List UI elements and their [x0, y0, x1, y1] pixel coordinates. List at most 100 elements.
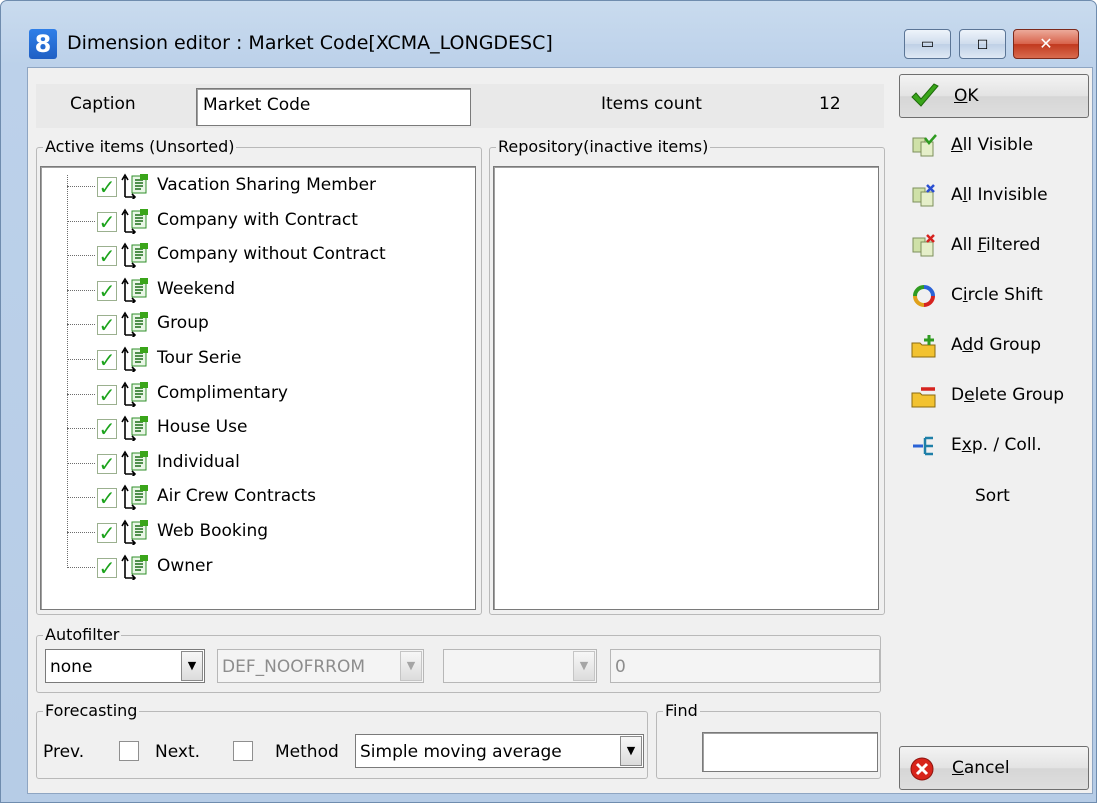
- tree-item[interactable]: ✓ Company with Contract: [41, 204, 471, 238]
- tree-item-label: Air Crew Contracts: [157, 486, 316, 507]
- tree-connector: [67, 186, 95, 187]
- dimension-item-icon: [121, 415, 148, 442]
- autofilter-legend: Autofilter: [43, 625, 122, 645]
- item-checkbox[interactable]: ✓: [97, 419, 117, 440]
- tree-item-label: Complimentary: [157, 382, 288, 403]
- tree-connector: [67, 532, 95, 533]
- tree-item[interactable]: ✓ Air Crew Contracts: [41, 480, 471, 514]
- item-checkbox[interactable]: ✓: [97, 350, 117, 370]
- prev-label: Prev.: [43, 742, 85, 762]
- chevron-down-icon: ▼: [620, 736, 642, 766]
- find-input[interactable]: [702, 732, 878, 772]
- dialog-client-area: Caption Market Code Items count 12 Activ…: [27, 67, 1093, 794]
- caption-input[interactable]: Market Code: [196, 88, 471, 126]
- cancel-label: Cancel: [952, 758, 1010, 778]
- tree-item[interactable]: ✓ House Use: [41, 411, 471, 445]
- tree-item-label: Group: [157, 313, 209, 334]
- chevron-down-icon: ▼: [573, 651, 595, 681]
- find-group: Find: [656, 701, 881, 779]
- autofilter-mode-select[interactable]: none ▼: [45, 649, 205, 683]
- dimension-item-icon: [121, 381, 148, 407]
- dimension-item-icon: [121, 554, 148, 580]
- ok-label: OK: [954, 86, 979, 106]
- tree-item-label: Individual: [157, 451, 240, 472]
- prev-checkbox[interactable]: [119, 741, 139, 761]
- circle-shift-button[interactable]: Circle Shift: [901, 276, 1089, 316]
- tree-item-label: Company without Contract: [157, 244, 386, 265]
- all-invisible-button[interactable]: All Invisible: [901, 176, 1089, 216]
- next-label: Next.: [155, 742, 201, 762]
- item-checkbox[interactable]: ✓: [97, 523, 117, 543]
- item-checkbox[interactable]: ✓: [97, 384, 117, 405]
- sort-button[interactable]: Sort: [975, 486, 1010, 506]
- item-checkbox[interactable]: ✓: [97, 557, 117, 578]
- item-checkbox[interactable]: ✓: [97, 453, 117, 474]
- title-bar[interactable]: 8 Dimension editor : Market Code[XCMA_LO…: [1, 1, 1096, 67]
- circle-shift-icon: [913, 285, 935, 307]
- tree-item-label: Tour Serie: [157, 348, 242, 368]
- dimension-item-icon: [121, 484, 148, 511]
- repository-group: Repository(inactive items): [489, 137, 885, 615]
- autofilter-value-input[interactable]: 0: [610, 649, 880, 683]
- maximize-button[interactable]: ◻: [959, 29, 1006, 59]
- item-checkbox[interactable]: ✓: [97, 488, 117, 509]
- tree-connector: [67, 359, 95, 360]
- items-count-value: 12: [819, 94, 841, 114]
- all-visible-label: All Visible: [951, 135, 1034, 155]
- caption-label: Caption: [70, 94, 136, 114]
- dimension-item-icon: [121, 242, 148, 269]
- autofilter-field-value: DEF_NOOFRROM: [222, 657, 366, 677]
- item-checkbox[interactable]: ✓: [97, 246, 117, 267]
- method-select[interactable]: Simple moving average ▼: [355, 734, 644, 768]
- window-title: Dimension editor : Market Code[XCMA_LONG…: [67, 32, 553, 54]
- dimension-item-icon: [121, 519, 148, 545]
- tree-item[interactable]: ✓ Web Booking: [41, 515, 471, 549]
- tree-item[interactable]: ✓ Company without Contract: [41, 238, 471, 272]
- ok-button[interactable]: OK: [899, 74, 1089, 118]
- expand-collapse-button[interactable]: Exp. / Coll.: [901, 426, 1089, 466]
- find-legend: Find: [663, 701, 700, 721]
- tree-item[interactable]: ✓ Complimentary: [41, 377, 471, 411]
- items-count-label: Items count: [601, 94, 702, 114]
- dimension-editor-window: 8 Dimension editor : Market Code[XCMA_LO…: [0, 0, 1097, 803]
- cancel-button[interactable]: Cancel: [899, 746, 1089, 790]
- app-icon: 8: [29, 29, 57, 59]
- autofilter-value-text: 0: [615, 657, 626, 677]
- tree-item-label: Company with Contract: [157, 209, 358, 230]
- item-checkbox[interactable]: ✓: [97, 280, 117, 301]
- tree-item[interactable]: ✓ Tour Serie: [41, 342, 471, 376]
- green-checkmark-icon: [911, 83, 939, 107]
- item-checkbox[interactable]: ✓: [97, 211, 117, 232]
- all-visible-button[interactable]: All Visible: [901, 126, 1089, 166]
- tree-item[interactable]: ✓ Owner: [41, 550, 471, 584]
- delete-group-button[interactable]: Delete Group: [901, 376, 1089, 416]
- tree-item[interactable]: ✓ Group: [41, 307, 471, 341]
- all-invisible-label: All Invisible: [951, 185, 1048, 205]
- tree-item[interactable]: ✓ Individual: [41, 446, 471, 480]
- tree-item[interactable]: ✓ Weekend: [41, 273, 471, 307]
- repository-list[interactable]: [493, 166, 879, 610]
- item-checkbox[interactable]: ✓: [97, 177, 117, 197]
- tree-connector: [67, 220, 95, 222]
- minimize-button[interactable]: ▭: [904, 29, 951, 59]
- item-checkbox[interactable]: ✓: [97, 315, 117, 336]
- dimension-item-icon: [121, 173, 148, 199]
- method-label: Method: [275, 742, 339, 762]
- tree-connector: [67, 497, 95, 499]
- tree-connector: [67, 462, 95, 464]
- expand-collapse-label: Exp. / Coll.: [951, 435, 1042, 455]
- tree-item[interactable]: ✓ Vacation Sharing Member: [41, 169, 471, 203]
- close-button[interactable]: ✕: [1013, 29, 1079, 59]
- caption-row: Caption Market Code Items count 12: [36, 84, 884, 128]
- autofilter-field-select[interactable]: DEF_NOOFRROM ▼: [217, 649, 424, 683]
- add-group-button[interactable]: Add Group: [901, 326, 1089, 366]
- all-filtered-button[interactable]: All Filtered: [901, 226, 1089, 266]
- tree-connector: [67, 428, 95, 430]
- dimension-item-icon: [121, 208, 148, 234]
- tree-connector: [67, 289, 95, 291]
- autofilter-operator-select[interactable]: ▼: [443, 649, 597, 683]
- next-checkbox[interactable]: [233, 741, 253, 761]
- forecasting-group: Forecasting Prev. Next. Method Simple mo…: [36, 701, 648, 779]
- active-items-tree[interactable]: ✓ Vacation Sharing Member ✓ Company with Co…: [40, 166, 476, 610]
- tree-item-label: Owner: [157, 555, 213, 576]
